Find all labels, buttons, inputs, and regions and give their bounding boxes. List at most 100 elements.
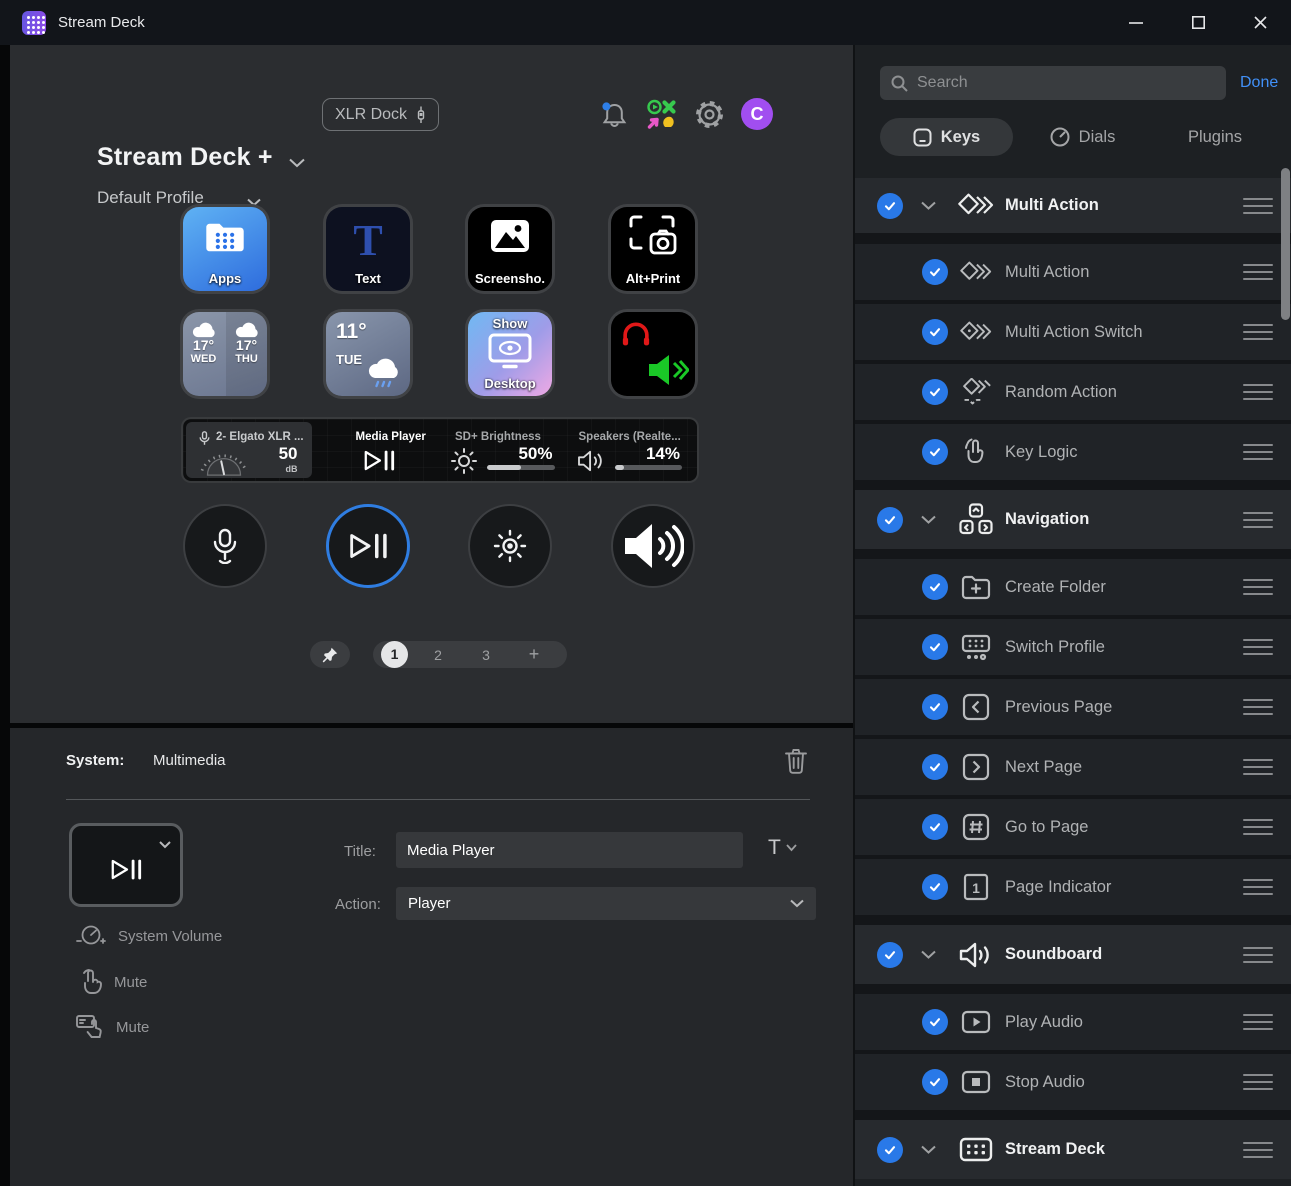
collapse-chevron-icon[interactable]: [921, 511, 936, 529]
action-list-item-mute-1[interactable]: Mute: [80, 969, 147, 995]
key-audio-toggle[interactable]: [611, 312, 695, 396]
checkbox-checked-icon[interactable]: [877, 942, 903, 968]
search-input[interactable]: [917, 74, 1226, 92]
title-input[interactable]: [396, 832, 743, 868]
action-multi-action[interactable]: Multi Action: [855, 244, 1291, 300]
drag-handle-icon[interactable]: [1243, 699, 1273, 715]
collapse-chevron-icon[interactable]: [921, 1141, 936, 1159]
key-show-desktop[interactable]: Show Desktop: [468, 312, 552, 396]
notifications-bell-icon[interactable]: [600, 100, 629, 135]
action-stop-audio[interactable]: Stop Audio: [855, 1054, 1291, 1110]
checkbox-checked-icon[interactable]: [877, 507, 903, 533]
drag-handle-icon[interactable]: [1243, 512, 1273, 528]
xlr-dock-button[interactable]: XLR Dock: [322, 98, 439, 131]
collapse-chevron-icon[interactable]: [921, 946, 936, 964]
delete-action-button[interactable]: [785, 748, 807, 779]
tab-keys[interactable]: Keys: [880, 118, 1013, 156]
checkbox-checked-icon[interactable]: [922, 319, 948, 345]
key-weather-two-day[interactable]: 17° WED 17° THU: [183, 312, 267, 396]
group-soundboard[interactable]: Soundboard: [855, 925, 1291, 984]
search-box[interactable]: [880, 66, 1226, 100]
action-go-to-page[interactable]: Go to Page: [855, 799, 1291, 855]
action-page-indicator[interactable]: 1 Page Indicator: [855, 859, 1291, 915]
close-button[interactable]: [1229, 0, 1291, 45]
key-text[interactable]: T Text: [326, 207, 410, 291]
drag-handle-icon[interactable]: [1243, 879, 1273, 895]
action-next-page[interactable]: Next Page: [855, 739, 1291, 795]
done-link[interactable]: Done: [1240, 74, 1278, 92]
device-name[interactable]: Stream Deck +: [97, 143, 273, 172]
sidebar-scrollbar[interactable]: [1281, 168, 1290, 320]
dial-volume[interactable]: [611, 504, 695, 588]
drag-handle-icon[interactable]: [1243, 198, 1273, 214]
title-style-button[interactable]: T: [768, 836, 797, 860]
group-multi-action[interactable]: Multi Action: [855, 178, 1291, 233]
checkbox-checked-icon[interactable]: [922, 634, 948, 660]
checkbox-checked-icon[interactable]: [922, 754, 948, 780]
tab-plugins[interactable]: Plugins: [1155, 118, 1275, 156]
action-list-item-system-volume[interactable]: System Volume: [76, 924, 222, 948]
action-select[interactable]: Player: [396, 887, 816, 920]
drag-handle-icon[interactable]: [1243, 579, 1273, 595]
add-page-button[interactable]: +: [510, 644, 558, 665]
key-altprint[interactable]: Alt+Print: [611, 207, 695, 291]
strip-segment-speakers[interactable]: Speakers (Realte... 14%: [569, 422, 695, 478]
collapse-chevron-icon[interactable]: [921, 197, 936, 215]
page-2-button[interactable]: 2: [414, 647, 462, 663]
checkbox-checked-icon[interactable]: [877, 1137, 903, 1163]
drag-handle-icon[interactable]: [1243, 1074, 1273, 1090]
checkbox-checked-icon[interactable]: [922, 379, 948, 405]
marketplace-icon[interactable]: [646, 99, 677, 136]
checkbox-checked-icon[interactable]: [922, 574, 948, 600]
page-3-button[interactable]: 3: [462, 647, 510, 663]
checkbox-checked-icon[interactable]: [922, 694, 948, 720]
checkbox-checked-icon[interactable]: [922, 439, 948, 465]
maximize-button[interactable]: [1167, 0, 1229, 45]
settings-gear-icon[interactable]: [694, 99, 725, 135]
strip-segment-media[interactable]: Media Player: [314, 422, 440, 478]
action-create-folder[interactable]: Create Folder: [855, 559, 1291, 615]
strip-segment-xlr[interactable]: 2- Elgato XLR ... 50 dB: [186, 422, 312, 478]
action-random-action[interactable]: Random Action: [855, 364, 1291, 420]
page-1-button[interactable]: 1: [381, 641, 408, 668]
action-key-logic[interactable]: Key Logic: [855, 424, 1291, 480]
drag-handle-icon[interactable]: [1243, 819, 1273, 835]
drag-handle-icon[interactable]: [1243, 639, 1273, 655]
action-previous-page[interactable]: Previous Page: [855, 679, 1291, 735]
drag-handle-icon[interactable]: [1243, 759, 1273, 775]
action-multi-action-switch[interactable]: Multi Action Switch: [855, 304, 1291, 360]
tab-dials[interactable]: Dials: [1020, 118, 1145, 156]
drag-handle-icon[interactable]: [1243, 947, 1273, 963]
checkbox-checked-icon[interactable]: [922, 1069, 948, 1095]
device-chevron-icon[interactable]: [289, 155, 305, 173]
account-avatar[interactable]: C: [741, 98, 773, 130]
volume-progress[interactable]: [615, 465, 683, 470]
drag-handle-icon[interactable]: [1243, 1014, 1273, 1030]
profile-name[interactable]: Default Profile: [97, 188, 204, 208]
minimize-button[interactable]: [1105, 0, 1167, 45]
checkbox-checked-icon[interactable]: [922, 1009, 948, 1035]
group-stream-deck[interactable]: Stream Deck: [855, 1120, 1291, 1179]
key-screenshot[interactable]: Screensho.: [468, 207, 552, 291]
dial-brightness[interactable]: [468, 504, 552, 588]
key-weather-today[interactable]: 11° TUE: [326, 312, 410, 396]
action-list-item-mute-2[interactable]: Mute: [76, 1014, 149, 1040]
drag-handle-icon[interactable]: [1243, 1142, 1273, 1158]
brightness-progress[interactable]: [487, 465, 555, 470]
key-preview[interactable]: [69, 823, 183, 907]
touch-strip[interactable]: 2- Elgato XLR ... 50 dB Media Player S: [183, 419, 697, 481]
strip-segment-brightness[interactable]: SD+ Brightness 50%: [441, 422, 567, 478]
dial-mic[interactable]: [183, 504, 267, 588]
checkbox-checked-icon[interactable]: [922, 874, 948, 900]
drag-handle-icon[interactable]: [1243, 324, 1273, 340]
checkbox-checked-icon[interactable]: [922, 259, 948, 285]
drag-handle-icon[interactable]: [1243, 444, 1273, 460]
group-navigation[interactable]: Navigation: [855, 490, 1291, 549]
key-apps[interactable]: Apps: [183, 207, 267, 291]
pin-page-button[interactable]: [310, 641, 350, 668]
action-play-audio[interactable]: Play Audio: [855, 994, 1291, 1050]
action-switch-profile[interactable]: Switch Profile: [855, 619, 1291, 675]
checkbox-checked-icon[interactable]: [922, 814, 948, 840]
preview-chevron-icon[interactable]: [159, 836, 171, 854]
dial-play-pause[interactable]: [326, 504, 410, 588]
